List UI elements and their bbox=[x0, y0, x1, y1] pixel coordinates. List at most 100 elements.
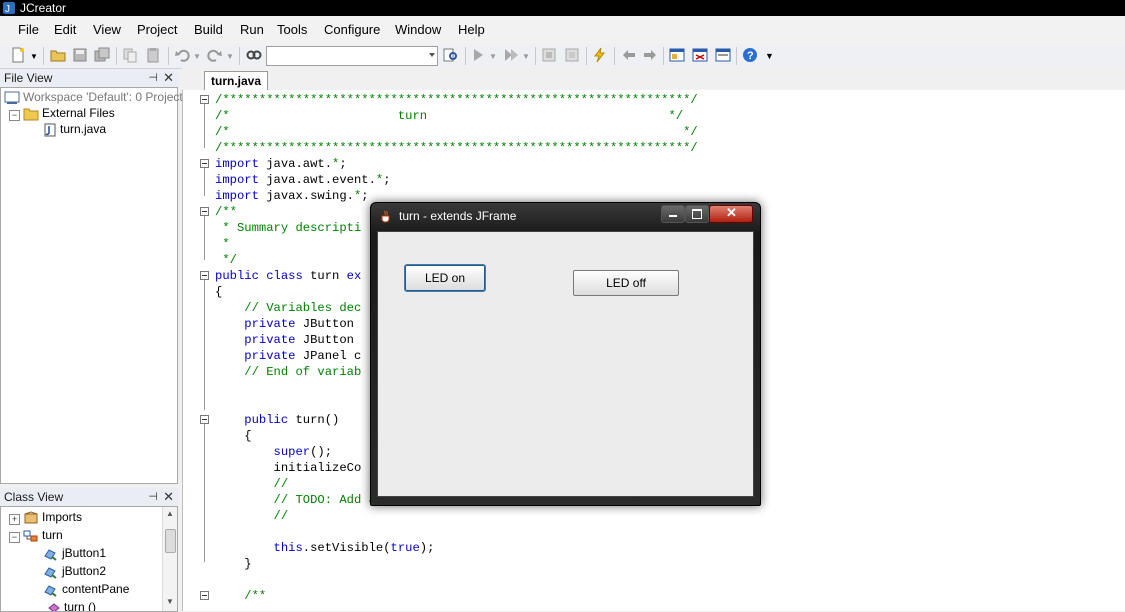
expand-icon[interactable]: + bbox=[9, 514, 20, 525]
paste-icon[interactable] bbox=[145, 47, 161, 63]
led-on-button[interactable]: LED on bbox=[404, 264, 486, 292]
save-icon[interactable] bbox=[72, 47, 88, 63]
menu-build[interactable]: Build bbox=[194, 22, 223, 37]
forward-arrow-icon[interactable] bbox=[642, 47, 658, 63]
java-cup-icon bbox=[381, 210, 390, 223]
tree-file[interactable]: turn.java bbox=[43, 122, 106, 138]
menu-window[interactable]: Window bbox=[395, 22, 441, 37]
workspace-icon bbox=[4, 91, 20, 104]
file-label: turn.java bbox=[60, 122, 107, 136]
output-window-icon[interactable] bbox=[715, 47, 731, 63]
stop-icon[interactable] bbox=[564, 47, 580, 63]
collapse-icon[interactable]: − bbox=[9, 532, 20, 543]
tab-turn-java[interactable]: turn.java bbox=[204, 71, 269, 91]
maximize-button[interactable] bbox=[685, 205, 709, 223]
menu-run[interactable]: Run bbox=[240, 22, 264, 37]
run-dropdown-icon[interactable]: ▼ bbox=[489, 52, 497, 61]
new-dropdown-icon[interactable]: ▼ bbox=[30, 52, 38, 61]
compile-file-icon[interactable] bbox=[541, 47, 557, 63]
fold-icon[interactable] bbox=[200, 95, 209, 104]
tree-imports[interactable]: Imports bbox=[23, 510, 82, 526]
scroll-down-icon[interactable]: ▼ bbox=[166, 597, 174, 606]
debug-dropdown-icon[interactable]: ▼ bbox=[522, 52, 530, 61]
code-line: private JPanel c bbox=[215, 348, 361, 364]
tree-field-jbutton1[interactable]: jButton1 bbox=[43, 546, 106, 562]
undo-icon[interactable] bbox=[175, 47, 191, 63]
java-file-icon bbox=[44, 123, 56, 137]
menu-edit[interactable]: Edit bbox=[54, 22, 76, 37]
code-token: { bbox=[215, 285, 223, 299]
tree-class-turn[interactable]: turn bbox=[23, 528, 63, 544]
menu-project[interactable]: Project bbox=[137, 22, 177, 37]
menu-view[interactable]: View bbox=[93, 22, 121, 37]
fold-icon[interactable] bbox=[200, 591, 209, 600]
jbutton2-label: jButton2 bbox=[62, 564, 107, 578]
led-off-button[interactable]: LED off bbox=[573, 270, 679, 296]
code-token: this bbox=[215, 541, 303, 555]
back-arrow-icon[interactable] bbox=[621, 47, 637, 63]
close-icon[interactable]: ✕ bbox=[163, 70, 174, 86]
code-token: /** bbox=[215, 205, 237, 219]
code-line: // bbox=[215, 508, 289, 524]
minimize-button[interactable] bbox=[661, 205, 685, 223]
tree-folder[interactable]: External Files bbox=[23, 106, 115, 122]
run-icon[interactable] bbox=[470, 47, 486, 63]
menu-configure[interactable]: Configure bbox=[324, 22, 380, 37]
redo-dropdown-icon[interactable]: ▼ bbox=[226, 52, 234, 61]
svg-text:J: J bbox=[5, 4, 10, 15]
search-combo[interactable] bbox=[266, 46, 438, 66]
open-folder-icon[interactable] bbox=[50, 47, 66, 63]
class-view-scrollbar[interactable]: ▲ ▼ bbox=[162, 507, 177, 611]
pin-icon[interactable]: ⊣ bbox=[148, 71, 158, 84]
code-token: public bbox=[215, 413, 289, 427]
undo-dropdown-icon[interactable]: ▼ bbox=[193, 52, 201, 61]
pin-icon[interactable]: ⊣ bbox=[148, 490, 158, 503]
file-view-title: File View bbox=[4, 71, 53, 85]
menu-help[interactable]: Help bbox=[458, 22, 485, 37]
lightning-icon[interactable] bbox=[592, 47, 608, 63]
class-browser-icon[interactable] bbox=[692, 47, 708, 63]
menu-tools[interactable]: Tools bbox=[277, 22, 307, 37]
code-line: // bbox=[215, 476, 289, 492]
close-button[interactable]: ✕ bbox=[709, 205, 753, 223]
jframe-content-pane: LED on LED off bbox=[377, 231, 754, 497]
code-token: JPanel c bbox=[295, 349, 362, 363]
class-view-header: Class View ⊣ ✕ bbox=[0, 488, 178, 507]
code-line: { bbox=[215, 284, 222, 300]
workspace-icon[interactable] bbox=[669, 47, 685, 63]
jbutton1-label: jButton1 bbox=[62, 546, 107, 560]
menu-file[interactable]: File bbox=[18, 22, 39, 37]
svg-text:?: ? bbox=[747, 50, 754, 62]
debug-icon[interactable] bbox=[503, 47, 519, 63]
fold-icon[interactable] bbox=[200, 415, 209, 424]
code-token: true bbox=[390, 541, 420, 555]
fold-icon[interactable] bbox=[200, 159, 209, 168]
code-line: public turn() bbox=[215, 412, 339, 428]
jframe-window[interactable]: turn - extends JFrame ✕ LED on LED off bbox=[370, 202, 761, 506]
toolbar-overflow-icon[interactable]: ▼ bbox=[765, 51, 774, 61]
fold-icon[interactable] bbox=[200, 271, 209, 280]
code-token: public class bbox=[215, 269, 303, 283]
redo-icon[interactable] bbox=[206, 47, 222, 63]
scroll-up-icon[interactable]: ▲ bbox=[166, 509, 174, 518]
new-file-icon[interactable] bbox=[10, 47, 26, 63]
fold-icon[interactable] bbox=[200, 207, 209, 216]
tree-method-turn[interactable]: turn () bbox=[47, 600, 96, 611]
code-token: java.awt. bbox=[258, 157, 333, 171]
code-token: import bbox=[215, 173, 259, 187]
code-token: ; bbox=[383, 173, 391, 187]
scroll-thumb[interactable] bbox=[165, 529, 176, 553]
help-icon[interactable]: ? bbox=[742, 47, 758, 63]
save-all-icon[interactable] bbox=[94, 47, 110, 63]
tree-field-jbutton2[interactable]: jButton2 bbox=[43, 564, 106, 580]
code-line: { bbox=[215, 428, 251, 444]
find-in-files-icon[interactable] bbox=[443, 47, 459, 63]
tree-field-contentpane[interactable]: contentPane bbox=[43, 582, 129, 598]
close-icon[interactable]: ✕ bbox=[163, 489, 174, 505]
copy-icon[interactable] bbox=[122, 47, 138, 63]
code-token: java.awt.event. bbox=[258, 173, 376, 187]
collapse-icon[interactable]: − bbox=[9, 110, 20, 121]
code-token: /* */ bbox=[215, 125, 698, 139]
find-icon[interactable] bbox=[246, 47, 262, 63]
tree-workspace[interactable]: Workspace 'Default': 0 Projects bbox=[4, 90, 189, 106]
